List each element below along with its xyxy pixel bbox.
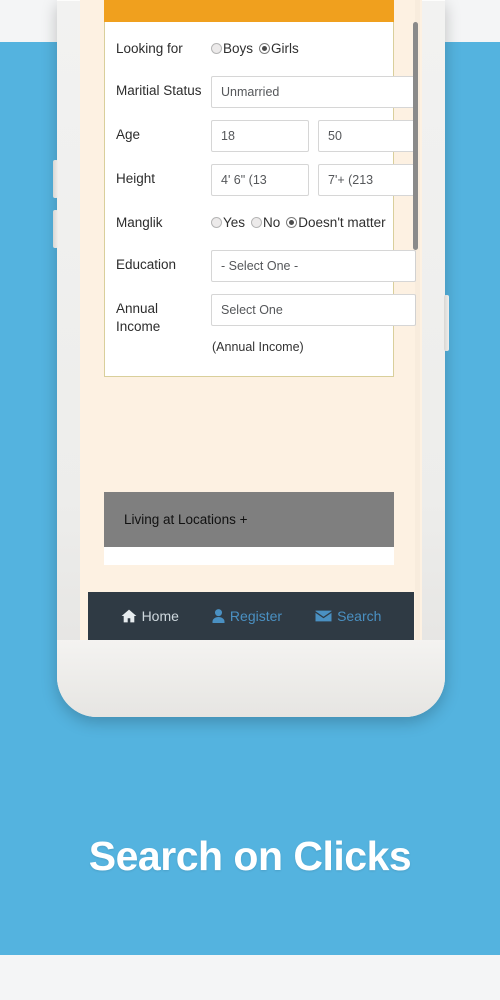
radio-label-boys: Boys [223,41,254,56]
label-age: Age [116,127,141,142]
living-at-locations-button[interactable]: Living at Locations + [104,492,394,547]
phone-device: Looking for Boys Girls Maritial Status U… [53,0,449,717]
radio-dot-girls[interactable] [259,43,271,54]
app-bottom-nav: Home Register Search [88,592,414,640]
search-form-card: Looking for Boys Girls Maritial Status U… [104,0,416,377]
form-row-age: Age 18 50 [116,114,416,158]
radio-label-manglik-no: No [263,215,281,230]
search-form: Looking for Boys Girls Maritial Status U… [105,22,416,376]
promo-caption: Search on Clicks [88,833,412,879]
radio-group-looking-for: Boys Girls [211,34,305,56]
control-education: - Select One - [211,250,416,282]
control-manglik: Yes No Doesn't matter [211,208,392,230]
label-annual-income-line2: Income [116,319,161,334]
app-viewport: Looking for Boys Girls Maritial Status U… [80,0,422,640]
card-header-bar [104,0,394,22]
screenshot-root: Search on Clicks Looking for Boys Girls … [0,0,500,1000]
label-marital-status: Maritial Status [116,83,202,98]
nav-label-home: Home [141,608,179,624]
education-select[interactable]: - Select One - [211,250,416,282]
radio-option-manglik-no[interactable]: No [251,215,285,230]
form-row-education: Education - Select One - [116,244,416,288]
control-marital-status: Unmarried [211,76,416,108]
label-annual-income-line1: Annual [116,301,159,316]
nav-label-register: Register [229,608,283,624]
radio-group-manglik: Yes No Doesn't matter [211,208,392,230]
age-from-select[interactable]: 18 [211,120,309,152]
living-at-locations-label: Living at Locations + [124,512,248,527]
label-looking-for: Looking for [116,41,183,56]
nav-item-register[interactable]: Register [212,608,282,624]
control-annual-income: Select One (Annual Income) [211,294,416,354]
form-row-manglik: Manglik Yes No Doesn't matter [116,202,386,244]
radio-option-manglik-yes[interactable]: Yes [211,215,250,230]
marital-status-select[interactable]: Unmarried [211,76,416,108]
power-button[interactable] [444,295,449,351]
control-looking-for: Boys Girls [211,34,382,56]
phone-chin [57,640,445,717]
control-age: 18 50 [211,120,416,152]
annual-income-select[interactable]: Select One [211,294,416,326]
nav-label-search: Search [337,608,382,624]
form-row-marital-status: Maritial Status Unmarried [116,70,416,114]
radio-label-girls: Girls [271,41,299,56]
phone-screen: Looking for Boys Girls Maritial Status U… [80,0,422,640]
annual-income-hint: (Annual Income) [212,340,304,354]
radio-dot-manglik-no[interactable] [251,217,263,228]
form-row-height: Height 4' 6" (13 7'+ (213 [116,158,416,202]
height-from-select[interactable]: 4' 6" (13 [211,164,309,196]
user-icon [212,609,225,623]
form-row-looking-for: Looking for Boys Girls [116,28,382,70]
radio-label-manglik-yes: Yes [223,215,246,230]
height-to-select[interactable]: 7'+ (213 [318,164,416,196]
scrollbar-thumb[interactable] [413,22,418,250]
radio-dot-manglik-yes[interactable] [211,217,222,228]
bottom-strip [0,955,500,1000]
label-height: Height [116,171,156,186]
radio-option-boys[interactable]: Boys [211,41,258,56]
volume-down-button[interactable] [53,210,58,248]
age-to-select[interactable]: 50 [318,120,416,152]
nav-item-search[interactable]: Search [315,608,381,624]
radio-option-girls[interactable]: Girls [259,41,304,56]
scrollbar-track[interactable] [413,0,420,640]
radio-dot-manglik-doesnt-matter[interactable] [286,217,298,228]
radio-dot-boys[interactable] [211,43,222,54]
label-education: Education [116,257,177,272]
volume-up-button[interactable] [53,160,58,198]
radio-label-manglik-doesnt-matter: Doesn't matter [298,215,386,230]
envelope-icon [315,610,332,622]
form-row-annual-income: Annual Income Select One (Annual Income) [116,288,416,360]
radio-option-manglik-doesnt-matter[interactable]: Doesn't matter [286,215,390,230]
label-manglik: Manglik [116,215,163,230]
home-icon [121,609,136,623]
locations-section: Living at Locations + [104,492,394,565]
nav-item-home[interactable]: Home [121,608,179,624]
control-height: 4' 6" (13 7'+ (213 [211,164,416,196]
label-annual-income: Annual Income [116,294,211,336]
